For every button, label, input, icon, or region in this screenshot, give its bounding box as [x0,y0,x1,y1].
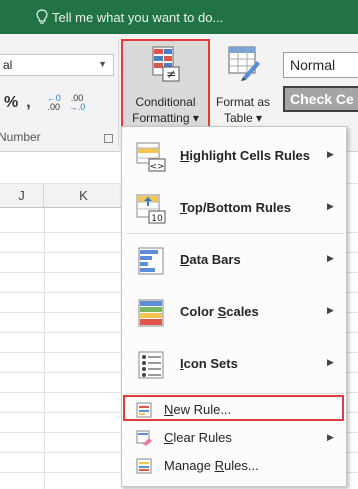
menu-item-label: Data Bars [180,252,241,267]
menu-item-color-scales[interactable]: Color Scales ▶ [122,287,346,339]
conditional-formatting-label-2: Formatting ▾ [132,111,199,125]
style-check-cell[interactable]: Check Ce [283,86,358,112]
comma-style-button[interactable]: , [22,94,34,112]
menu-item-top-bottom-rules[interactable]: 10 Top/Bottom Rules ▶ [122,183,346,235]
submenu-arrow-icon: ▶ [327,432,334,442]
menu-item-label: Highlight Cells Rules [180,148,311,163]
decrease-decimal-button[interactable]: .00 →.0 [65,94,90,112]
conditional-formatting-button[interactable]: ≠ Conditional Formatting ▾ [121,39,210,129]
increase-decimal-bottom: .00 [47,102,60,112]
menu-item-data-bars[interactable]: Data Bars ▶ [122,235,346,287]
group-divider [118,40,119,146]
top-bottom-icon: 10 [136,194,166,224]
submenu-arrow-icon: ▶ [327,201,334,211]
submenu-arrow-icon: ▶ [327,357,334,367]
conditional-formatting-icon: ≠ [152,46,180,82]
highlight-cells-icon: <> [136,142,166,172]
conditional-formatting-menu: <> Highlight Cells Rules ▶ 10 Top/Bottom… [121,126,347,487]
increase-decimal-button[interactable]: ←0 .00 [43,94,65,112]
manage-rules-icon [136,458,152,474]
format-as-table-icon [228,46,260,81]
number-format-buttons: % , ←0 .00 .00 →.0 [0,92,118,114]
format-as-table-label-2: Table ▾ [223,111,263,125]
menu-item-label: Clear Rules [164,430,232,445]
submenu-arrow-icon: ▶ [327,305,334,315]
tell-me-search[interactable]: Tell me what you want to do... [36,9,223,25]
tell-me-text: Tell me what you want to do... [52,9,224,25]
format-as-table-label-1: Format as [215,95,270,109]
data-bars-icon [138,247,164,275]
format-as-table-button[interactable]: Format as Table ▾ [210,39,276,129]
menu-item-highlight-cells-rules[interactable]: <> Highlight Cells Rules ▶ [122,131,346,183]
menu-item-icon-sets[interactable]: Icon Sets ▶ [122,339,346,391]
chevron-down-icon: ▼ [98,59,107,69]
column-header-k[interactable]: K [44,184,124,208]
column-header-j[interactable]: J [0,184,44,208]
decrease-decimal-bottom: →.0 [68,102,86,112]
menu-item-label: Manage Rules... [164,458,259,473]
menu-item-label: Color Scales [180,304,259,319]
submenu-arrow-icon: ▶ [327,253,334,263]
number-group-label: Number [0,130,41,144]
lightbulb-icon [36,9,48,24]
menu-item-label: Icon Sets [180,356,238,371]
svg-text:<>: <> [149,162,164,172]
submenu-arrow-icon: ▶ [327,149,334,159]
svg-text:≠: ≠ [166,67,176,81]
menu-separator [126,233,344,234]
menu-item-clear-rules[interactable]: Clear Rules ▶ [122,425,346,451]
menu-separator [126,393,344,394]
number-format-value: al [3,58,13,72]
grid-line [44,208,45,489]
clear-rules-icon [136,430,152,446]
style-normal[interactable]: Normal [283,52,358,78]
icon-sets-icon [138,351,164,379]
menu-item-manage-rules[interactable]: Manage Rules... [122,453,346,479]
percent-style-button[interactable]: % [0,94,22,112]
dialog-launcher-icon[interactable] [104,134,113,143]
menu-item-label: Top/Bottom Rules [180,200,291,215]
conditional-formatting-label-1: Conditional [135,95,196,109]
new-rule-highlight [123,395,344,421]
number-format-dropdown[interactable]: al ▼ [0,54,114,76]
tell-me-bar: Tell me what you want to do... [0,0,358,34]
color-scales-icon [138,299,164,327]
svg-text:10: 10 [151,214,163,224]
